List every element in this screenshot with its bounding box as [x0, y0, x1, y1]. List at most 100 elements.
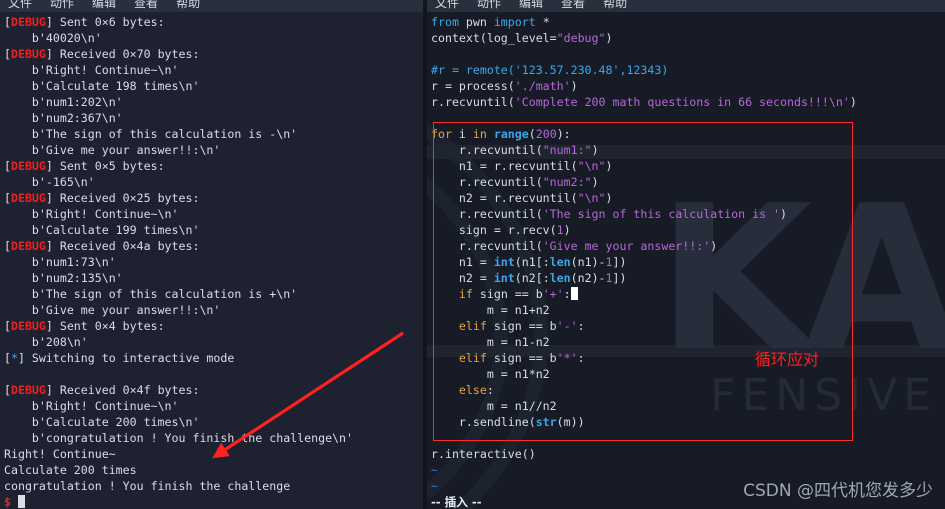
- code-token: elif: [431, 319, 494, 333]
- code-line: for i in range(200):: [431, 126, 941, 142]
- code-token: 'The sign of this calculation is ': [542, 207, 781, 221]
- code-token: '+': [542, 287, 564, 301]
- code-token: r.recvuntil(: [431, 95, 515, 109]
- code-token: '-': [556, 319, 578, 333]
- csdn-watermark: CSDN @四代机您发多少: [743, 481, 933, 501]
- terminal-line: $: [4, 494, 419, 509]
- code-token: r.recvuntil(: [431, 207, 543, 221]
- code-token: :: [577, 351, 585, 365]
- code-token: m = n1//n2: [431, 399, 557, 413]
- menu-item-edit[interactable]: 编辑: [519, 0, 543, 9]
- code-token: ): [605, 191, 613, 205]
- menu-item-edit[interactable]: 编辑: [92, 0, 116, 9]
- code-line: context(log_level="debug"): [431, 30, 941, 46]
- terminal-line: b'num1:202\n': [4, 95, 123, 109]
- menu-item-action[interactable]: 动作: [50, 0, 74, 9]
- terminal-line: b'Right! Continue~\n': [4, 399, 179, 413]
- code-token: int: [493, 255, 515, 269]
- code-token: './math': [514, 79, 571, 93]
- terminal-line: b'Right! Continue~\n': [4, 207, 179, 221]
- code-token: ): [591, 175, 599, 189]
- code-token: ): [591, 143, 599, 157]
- code-token: :: [486, 383, 494, 397]
- code-token: len: [549, 255, 571, 269]
- code-line: r.interactive(): [431, 446, 941, 462]
- code-token: r.recvuntil(: [431, 143, 543, 157]
- terminal-line: [*] Switching to interactive mode: [4, 351, 235, 365]
- code-token: pwn: [465, 15, 494, 29]
- menubar-left[interactable]: 文件 动作 编辑 查看 帮助: [0, 0, 423, 12]
- code-line: r = process('./math'): [431, 78, 941, 94]
- code-token: ]): [612, 255, 627, 269]
- code-token: for: [431, 127, 459, 141]
- vim-editor-buffer[interactable]: from pwn import * context(log_level="debu…: [427, 12, 945, 509]
- code-token: ): [780, 207, 787, 221]
- code-token: *: [542, 15, 550, 29]
- terminal-output-left[interactable]: [DEBUG] Sent 0×6 bytes: b'40020\n' [DEBUG…: [0, 12, 423, 509]
- code-token: "\n": [577, 159, 606, 173]
- menu-item-help[interactable]: 帮助: [176, 0, 200, 9]
- code-token: 1: [556, 223, 564, 237]
- code-token: (n2)-: [570, 271, 606, 285]
- code-token: ): [570, 79, 578, 93]
- code-token: n1 = r.recvuntil(: [431, 159, 578, 173]
- terminal-window-right[interactable]: 文件 动作 编辑 查看 帮助 from pwn import * context(…: [427, 0, 945, 509]
- menu-item-view[interactable]: 查看: [134, 0, 158, 9]
- code-line: n1 = int(n1[:len(n1)-1]): [431, 254, 941, 270]
- code-token: str: [535, 415, 557, 429]
- code-token: #r = remote('123.57.230.48',12343): [431, 63, 669, 77]
- code-token: (: [528, 127, 536, 141]
- terminal-line: b'Right! Continue~\n': [4, 63, 179, 77]
- terminal-line: [DEBUG] Received 0×4a bytes:: [4, 239, 200, 253]
- code-line: m = n1//n2: [431, 398, 941, 414]
- terminal-line: [DEBUG] Sent 0×6 bytes:: [4, 15, 165, 29]
- menu-item-action[interactable]: 动作: [477, 0, 501, 9]
- code-token: ): [849, 95, 857, 109]
- code-token: m = n1-n2: [431, 335, 550, 349]
- vim-cursor: [570, 287, 578, 300]
- menubar-right[interactable]: 文件 动作 编辑 查看 帮助: [427, 0, 945, 12]
- menu-item-file[interactable]: 文件: [435, 0, 459, 9]
- terminal-cursor: [17, 495, 25, 508]
- log-level-debug: DEBUG: [10, 191, 46, 205]
- code-token: 200: [535, 127, 557, 141]
- code-token: ]): [612, 271, 627, 285]
- code-token: '*': [556, 351, 578, 365]
- code-line: if sign == b'+':: [431, 286, 941, 302]
- code-token: from: [431, 15, 466, 29]
- code-token: r.recvuntil(: [431, 239, 543, 253]
- code-token: "debug": [556, 31, 606, 45]
- menu-item-file[interactable]: 文件: [8, 0, 32, 9]
- terminal-line: b'The sign of this calculation is -\n': [4, 127, 298, 141]
- terminal-line: Calculate 200 times: [4, 463, 137, 477]
- terminal-window-left[interactable]: 文件 动作 编辑 查看 帮助 [DEBUG] Sent 0×6 bytes: b…: [0, 0, 423, 509]
- code-token: :: [563, 287, 571, 301]
- code-token: sign == b: [493, 319, 557, 333]
- menu-item-view[interactable]: 查看: [561, 0, 585, 9]
- terminal-line: b'Calculate 198 times\n': [4, 79, 200, 93]
- terminal-line: [DEBUG] Received 0×25 bytes:: [4, 191, 200, 205]
- code-token: (n2[:: [514, 271, 550, 285]
- terminal-line: b'num2:367\n': [4, 111, 123, 125]
- terminal-line: b'congratulation ! You finish the challe…: [4, 431, 354, 445]
- log-level-info: *: [10, 351, 18, 365]
- terminal-line: b'-165\n': [4, 175, 95, 189]
- code-token: 1: [605, 271, 613, 285]
- code-token: m = n1+n2: [431, 303, 550, 317]
- code-token: (m)): [556, 415, 585, 429]
- code-token: ): [563, 223, 571, 237]
- code-line: n2 = r.recvuntil("\n"): [431, 190, 941, 206]
- log-level-debug: DEBUG: [10, 319, 46, 333]
- terminal-line: b'Give me your answer!!:\n': [4, 303, 221, 317]
- code-line: elif sign == b'-':: [431, 318, 941, 334]
- terminal-line: b'Calculate 200 times\n': [4, 415, 200, 429]
- menu-item-help[interactable]: 帮助: [603, 0, 627, 9]
- terminal-line: [DEBUG] Sent 0×4 bytes:: [4, 319, 165, 333]
- code-token: r.interactive(): [431, 447, 536, 461]
- code-line: n1 = r.recvuntil("\n"): [431, 158, 941, 174]
- code-token: :: [577, 319, 585, 333]
- code-line: r.recvuntil('The sign of this calculatio…: [431, 206, 941, 222]
- terminal-line: b'num2:135\n': [4, 271, 123, 285]
